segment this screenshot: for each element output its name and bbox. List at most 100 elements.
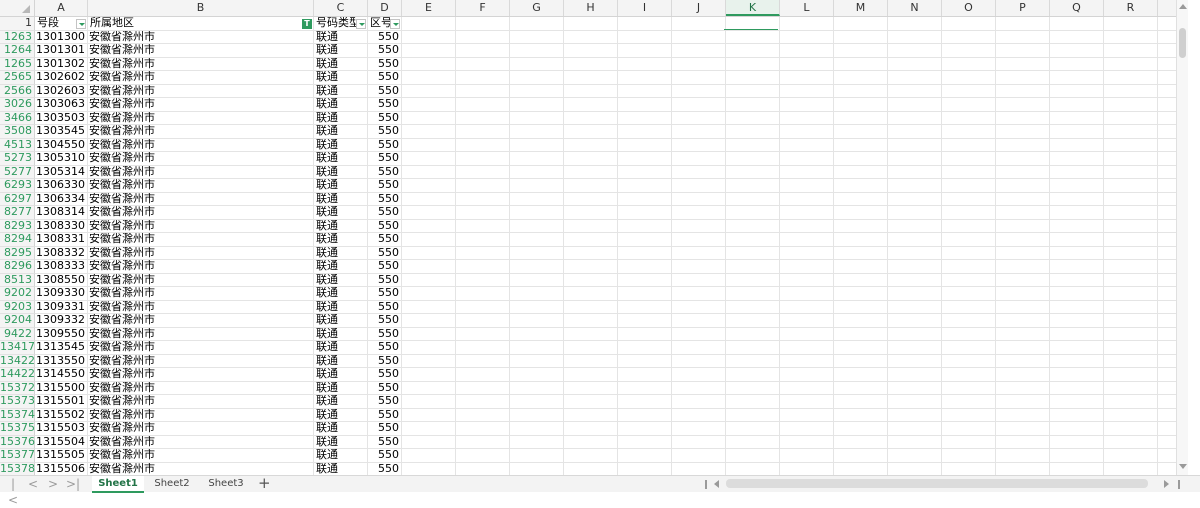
cell-number-segment[interactable]: 1305310 <box>35 152 88 166</box>
row-number[interactable]: 6297 <box>0 192 35 206</box>
cell-region[interactable]: 安徽省滁州市 <box>88 395 314 409</box>
row-number[interactable]: 15376 <box>0 435 35 449</box>
cell-number-segment[interactable]: 1308550 <box>35 273 88 287</box>
first-sheet-icon[interactable]: |< <box>6 476 20 507</box>
cell-number-type[interactable]: 联通 <box>314 179 368 193</box>
cell-number-segment[interactable]: 1309332 <box>35 314 88 328</box>
cell-header-b[interactable]: 所属地区 T <box>88 17 314 31</box>
cell-region[interactable]: 安徽省滁州市 <box>88 233 314 247</box>
cell-area-code[interactable]: 550 <box>368 435 402 449</box>
cell-area-code[interactable]: 550 <box>368 341 402 355</box>
scroll-right-icon[interactable] <box>1164 480 1169 488</box>
column-header-l[interactable]: L <box>780 0 834 16</box>
cell-area-code[interactable]: 550 <box>368 165 402 179</box>
cell-number-segment[interactable]: 1315502 <box>35 408 88 422</box>
cell-region[interactable]: 安徽省滁州市 <box>88 30 314 44</box>
row-number[interactable]: 1264 <box>0 43 35 58</box>
cell-number-segment[interactable]: 1306334 <box>35 192 88 206</box>
filter-dropdown-icon[interactable] <box>390 19 400 29</box>
horizontal-split-handle-right[interactable] <box>1178 480 1180 489</box>
scroll-left-icon[interactable] <box>714 480 719 488</box>
cell-number-segment[interactable]: 1313545 <box>35 341 88 355</box>
row-number[interactable]: 13422 <box>0 354 35 368</box>
row-number[interactable]: 1265 <box>0 57 35 71</box>
cell-region[interactable]: 安徽省滁州市 <box>88 341 314 355</box>
row-number[interactable]: 2566 <box>0 84 35 98</box>
row-number[interactable]: 13417 <box>0 340 35 355</box>
cell-area-code[interactable]: 550 <box>368 368 402 382</box>
row-number[interactable]: 3466 <box>0 111 35 125</box>
cell-number-segment[interactable]: 1303063 <box>35 98 88 112</box>
cell-region[interactable]: 安徽省滁州市 <box>88 152 314 166</box>
cell-number-type[interactable]: 联通 <box>314 84 368 98</box>
cell-number-segment[interactable]: 1308331 <box>35 233 88 247</box>
cell-number-type[interactable]: 联通 <box>314 300 368 314</box>
cell-number-segment[interactable]: 1314550 <box>35 368 88 382</box>
cell-number-type[interactable]: 联通 <box>314 125 368 139</box>
cell-area-code[interactable]: 550 <box>368 192 402 206</box>
cell-header-c[interactable]: 号码类型 <box>314 17 368 31</box>
cell-number-segment[interactable]: 1301301 <box>35 44 88 58</box>
cell-number-type[interactable]: 联通 <box>314 381 368 395</box>
column-header-i[interactable]: I <box>618 0 672 16</box>
cell-number-segment[interactable]: 1315504 <box>35 435 88 449</box>
cell-area-code[interactable]: 550 <box>368 381 402 395</box>
cell-region[interactable]: 安徽省滁州市 <box>88 260 314 274</box>
cell-number-type[interactable]: 联通 <box>314 192 368 206</box>
cell-area-code[interactable]: 550 <box>368 138 402 152</box>
row-number[interactable]: 3026 <box>0 97 35 112</box>
cell-region[interactable]: 安徽省滁州市 <box>88 246 314 260</box>
scroll-down-icon[interactable] <box>1179 464 1187 469</box>
row-number[interactable]: 1 <box>0 16 35 31</box>
cell-region[interactable]: 安徽省滁州市 <box>88 57 314 71</box>
cell-number-segment[interactable]: 1303545 <box>35 125 88 139</box>
row-number[interactable]: 8293 <box>0 219 35 233</box>
cell-region[interactable]: 安徽省滁州市 <box>88 273 314 287</box>
cell-region[interactable]: 安徽省滁州市 <box>88 314 314 328</box>
cell-region[interactable]: 安徽省滁州市 <box>88 165 314 179</box>
cell-number-type[interactable]: 联通 <box>314 287 368 301</box>
cell-number-type[interactable]: 联通 <box>314 327 368 341</box>
cell-area-code[interactable]: 550 <box>368 233 402 247</box>
cell-area-code[interactable]: 550 <box>368 125 402 139</box>
column-header-b[interactable]: B <box>88 0 314 16</box>
cell-number-segment[interactable]: 1306330 <box>35 179 88 193</box>
cell-region[interactable]: 安徽省滁州市 <box>88 44 314 58</box>
cell-number-type[interactable]: 联通 <box>314 219 368 233</box>
cell-area-code[interactable]: 550 <box>368 327 402 341</box>
cell-number-type[interactable]: 联通 <box>314 408 368 422</box>
cell-region[interactable]: 安徽省滁州市 <box>88 435 314 449</box>
row-number[interactable]: 5277 <box>0 165 35 179</box>
cell-area-code[interactable]: 550 <box>368 179 402 193</box>
cell-area-code[interactable]: 550 <box>368 98 402 112</box>
cell-number-type[interactable]: 联通 <box>314 98 368 112</box>
vertical-scroll-thumb[interactable] <box>1179 28 1186 58</box>
row-number[interactable]: 8296 <box>0 259 35 274</box>
column-header-q[interactable]: Q <box>1050 0 1104 16</box>
cell-number-segment[interactable]: 1309331 <box>35 300 88 314</box>
cell-number-segment[interactable]: 1308333 <box>35 260 88 274</box>
cell-number-type[interactable]: 联通 <box>314 449 368 463</box>
row-number[interactable]: 1263 <box>0 30 35 44</box>
column-header-p[interactable]: P <box>996 0 1050 16</box>
cell-header-a[interactable]: 号段 <box>35 17 88 31</box>
cell-number-type[interactable]: 联通 <box>314 462 368 475</box>
cell-area-code[interactable]: 550 <box>368 30 402 44</box>
cell-number-type[interactable]: 联通 <box>314 341 368 355</box>
cell-number-type[interactable]: 联通 <box>314 395 368 409</box>
column-header-r[interactable]: R <box>1104 0 1158 16</box>
cell-region[interactable]: 安徽省滁州市 <box>88 381 314 395</box>
cell-number-type[interactable]: 联通 <box>314 368 368 382</box>
column-header-h[interactable]: H <box>564 0 618 16</box>
cell-number-type[interactable]: 联通 <box>314 314 368 328</box>
cell-number-segment[interactable]: 1308332 <box>35 246 88 260</box>
cell-number-type[interactable]: 联通 <box>314 44 368 58</box>
column-header-g[interactable]: G <box>510 0 564 16</box>
cell-area-code[interactable]: 550 <box>368 287 402 301</box>
select-all-corner[interactable] <box>0 0 35 16</box>
filter-dropdown-icon[interactable] <box>76 19 86 29</box>
cell-number-type[interactable]: 联通 <box>314 30 368 44</box>
cell-number-segment[interactable]: 1302602 <box>35 71 88 85</box>
column-header-a[interactable]: A <box>35 0 88 16</box>
cell-number-segment[interactable]: 1309550 <box>35 327 88 341</box>
